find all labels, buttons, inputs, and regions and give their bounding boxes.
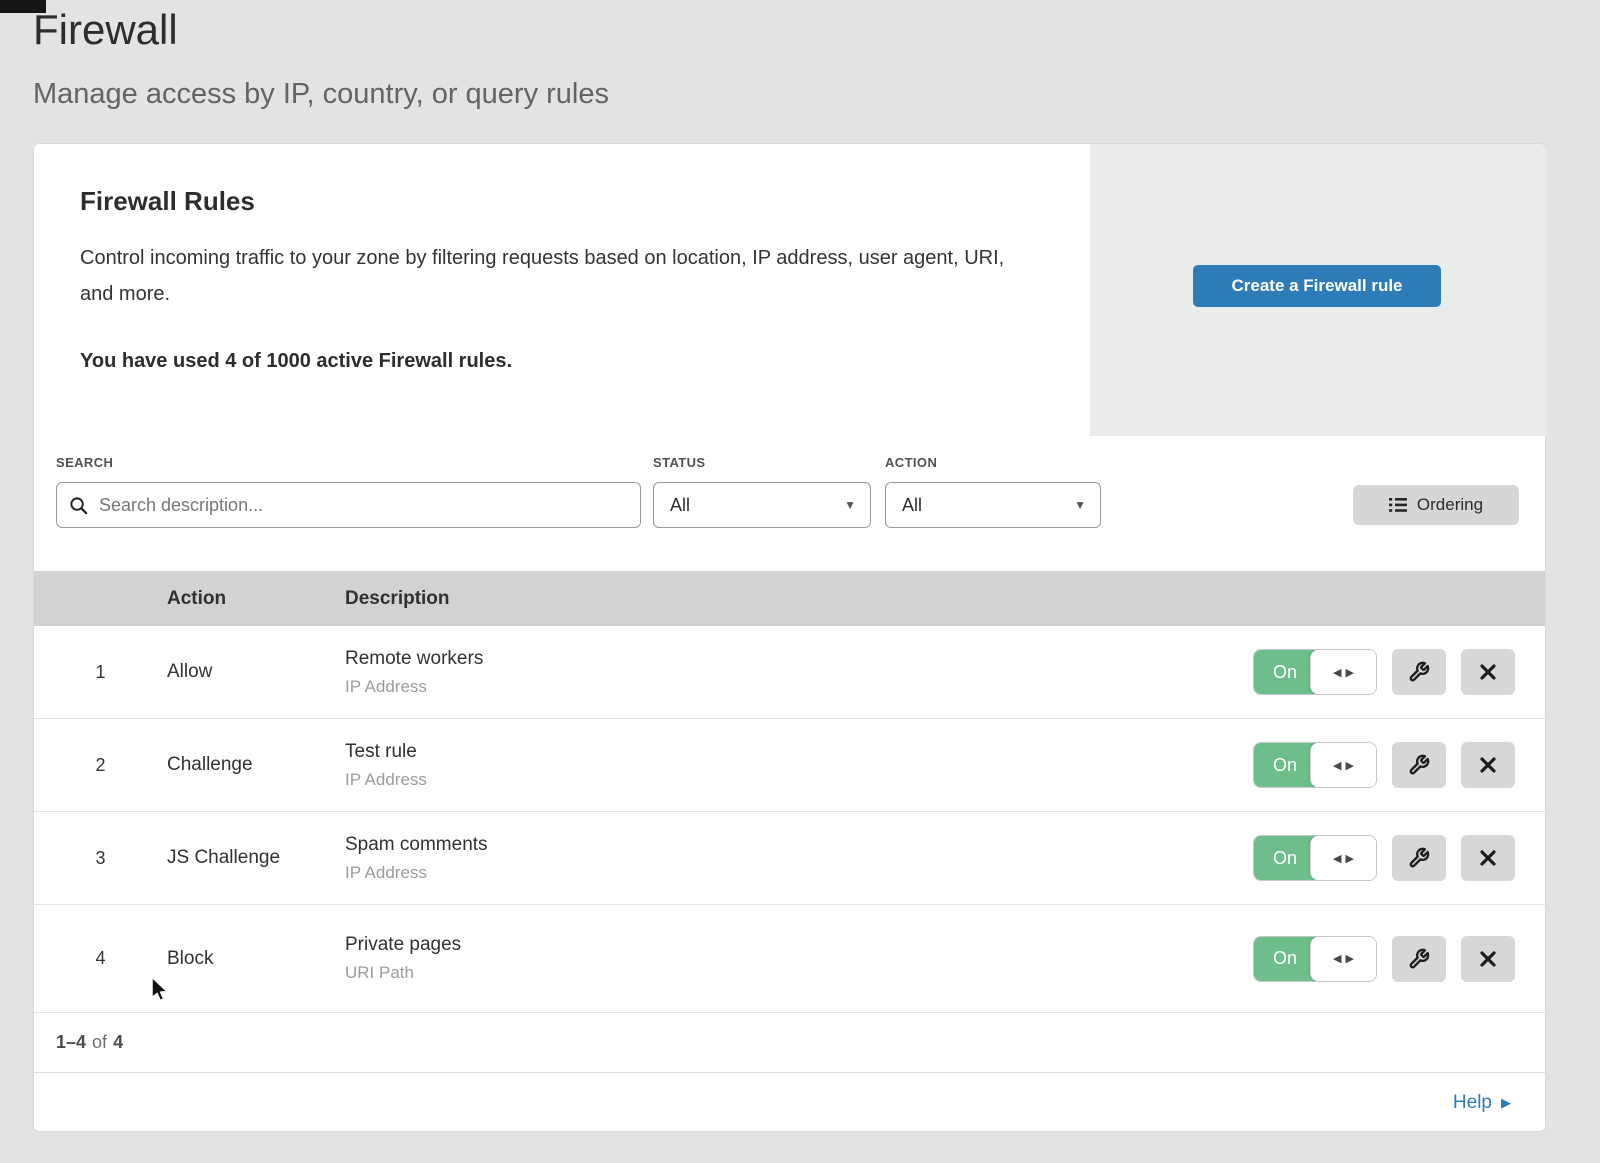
page-title: Firewall [33,6,178,54]
delete-rule-button[interactable] [1461,936,1515,982]
wrench-icon [1408,948,1430,970]
action-label: ACTION [885,455,937,470]
pagination-of: of [92,1032,107,1053]
table-row: 4 Block Private pages URI Path On ◀▶ [34,905,1545,1013]
help-row: Help ▶ [34,1073,1545,1132]
rule-priority: 3 [34,848,167,869]
toggle-arrows-icon[interactable]: ◀▶ [1310,650,1376,694]
table-row: 2 Challenge Test rule IP Address On ◀▶ [34,719,1545,812]
rule-controls: On ◀▶ [1253,742,1515,788]
rule-priority: 2 [34,755,167,776]
help-link-label: Help [1453,1092,1492,1114]
status-select-value: All [670,495,844,516]
delete-rule-button[interactable] [1461,649,1515,695]
action-select[interactable]: All ▼ [885,482,1101,528]
rule-description: Spam comments [345,834,1253,856]
search-input[interactable] [97,494,628,517]
toggle-on-label: On [1254,937,1316,981]
ordering-list-icon [1389,497,1407,513]
rule-description-cell: Remote workers IP Address [345,648,1253,697]
rule-enabled-toggle[interactable]: On ◀▶ [1253,649,1377,695]
close-icon [1479,950,1497,968]
close-icon [1479,663,1497,681]
rules-table-body: 1 Allow Remote workers IP Address On ◀▶ [34,626,1545,1013]
search-field[interactable] [56,482,641,528]
edit-rule-button[interactable] [1392,649,1446,695]
rule-description-cell: Private pages URI Path [345,934,1253,983]
edit-rule-button[interactable] [1392,936,1446,982]
rule-enabled-toggle[interactable]: On ◀▶ [1253,835,1377,881]
help-link[interactable]: Help ▶ [1453,1092,1511,1114]
firewall-rules-card: Create a Firewall rule Firewall Rules Co… [33,143,1546,1132]
rule-action: JS Challenge [167,847,345,869]
delete-rule-button[interactable] [1461,835,1515,881]
help-arrow-icon: ▶ [1501,1096,1511,1109]
ordering-button-label: Ordering [1417,495,1483,515]
rule-description-cell: Test rule IP Address [345,741,1253,790]
rule-action: Allow [167,661,345,683]
wrench-icon [1408,754,1430,776]
table-row: 3 JS Challenge Spam comments IP Address … [34,812,1545,905]
wrench-icon [1408,661,1430,683]
rule-controls: On ◀▶ [1253,649,1515,695]
ordering-button[interactable]: Ordering [1353,485,1519,525]
action-select-value: All [902,495,1074,516]
rule-description: Remote workers [345,648,1253,670]
rule-description: Private pages [345,934,1253,956]
status-select[interactable]: All ▼ [653,482,871,528]
toggle-arrows-icon[interactable]: ◀▶ [1310,743,1376,787]
pagination-status: 1–4 of 4 [34,1013,1545,1073]
close-icon [1479,849,1497,867]
close-icon [1479,756,1497,774]
search-label: SEARCH [56,455,113,470]
rule-match-type: IP Address [345,863,1253,883]
rule-controls: On ◀▶ [1253,936,1515,982]
create-firewall-rule-button[interactable]: Create a Firewall rule [1193,265,1441,307]
toggle-on-label: On [1254,836,1316,880]
chevron-down-icon: ▼ [1074,498,1086,512]
toggle-arrows-icon[interactable]: ◀▶ [1310,836,1376,880]
column-header-description: Description [345,588,1545,610]
chevron-down-icon: ▼ [844,498,856,512]
rules-card-description: Control incoming traffic to your zone by… [80,240,1025,312]
rule-match-type: IP Address [345,770,1253,790]
rules-table-header: Action Description [34,571,1545,626]
rule-match-type: IP Address [345,677,1253,697]
rule-description-cell: Spam comments IP Address [345,834,1253,883]
rule-description: Test rule [345,741,1253,763]
page-subtitle: Manage access by IP, country, or query r… [33,78,609,111]
rules-card-heading: Firewall Rules [80,186,255,217]
firewall-page: Firewall Manage access by IP, country, o… [0,0,1600,1163]
search-icon [69,496,88,515]
rule-enabled-toggle[interactable]: On ◀▶ [1253,742,1377,788]
rule-priority: 4 [34,948,167,969]
rule-controls: On ◀▶ [1253,835,1515,881]
pagination-range: 1–4 [56,1032,86,1053]
toggle-on-label: On [1254,650,1316,694]
toggle-on-label: On [1254,743,1316,787]
rule-enabled-toggle[interactable]: On ◀▶ [1253,936,1377,982]
edit-rule-button[interactable] [1392,835,1446,881]
rule-match-type: URI Path [345,963,1253,983]
rule-priority: 1 [34,662,167,683]
rule-action: Block [167,948,345,970]
pagination-total: 4 [113,1032,123,1053]
delete-rule-button[interactable] [1461,742,1515,788]
wrench-icon [1408,847,1430,869]
edit-rule-button[interactable] [1392,742,1446,788]
rule-action: Challenge [167,754,345,776]
toggle-arrows-icon[interactable]: ◀▶ [1310,937,1376,981]
rules-usage-note: You have used 4 of 1000 active Firewall … [80,350,512,373]
table-row: 1 Allow Remote workers IP Address On ◀▶ [34,626,1545,719]
status-label: STATUS [653,455,705,470]
column-header-action: Action [167,588,345,610]
